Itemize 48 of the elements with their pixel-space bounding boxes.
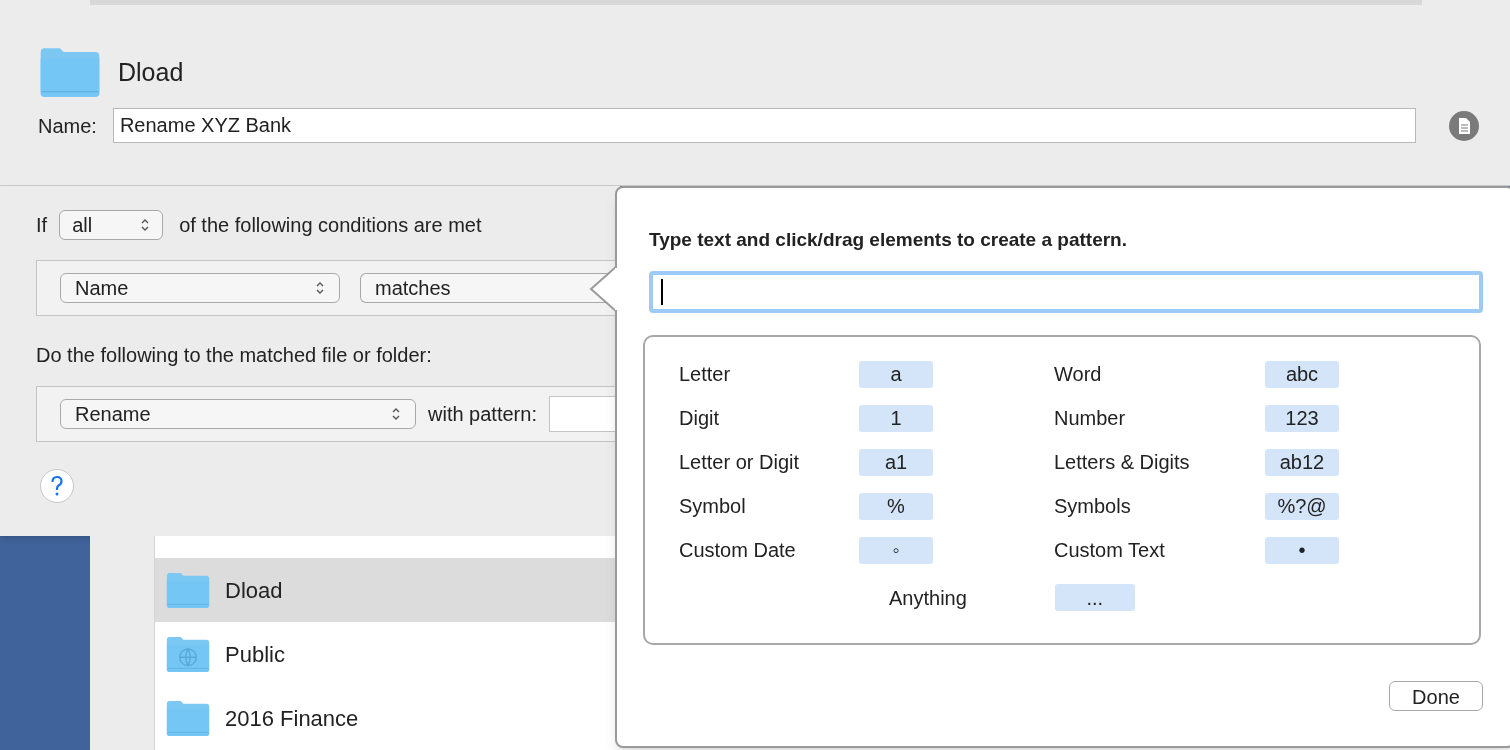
- element-label: Letter: [679, 361, 732, 387]
- folder-icon: [165, 571, 211, 609]
- element-token[interactable]: ab12: [1265, 448, 1339, 476]
- element-label: Digit: [679, 405, 720, 431]
- action-select[interactable]: Rename: [60, 399, 416, 429]
- element-token[interactable]: •: [1265, 536, 1339, 564]
- element-token[interactable]: ◦: [859, 536, 933, 564]
- element-label: Symbols: [1054, 493, 1132, 519]
- file-name: Dload: [225, 576, 283, 605]
- element-token[interactable]: 1: [859, 404, 933, 432]
- element-token[interactable]: abc: [1265, 360, 1339, 388]
- element-token[interactable]: %?@: [1265, 492, 1339, 520]
- file-name: 2016 Finance: [225, 704, 359, 733]
- folder-icon: [38, 47, 102, 98]
- element-label: Custom Text: [1054, 537, 1166, 563]
- attribute-select[interactable]: Name: [60, 273, 340, 303]
- element-token[interactable]: a: [859, 360, 933, 388]
- stepper-icon: [391, 406, 401, 422]
- folder-title: Dload: [118, 56, 184, 88]
- conditions-text: of the following conditions are met: [179, 213, 482, 238]
- document-icon[interactable]: [1448, 109, 1480, 142]
- help-icon[interactable]: [39, 468, 75, 504]
- pattern-input[interactable]: [649, 270, 1483, 313]
- element-label: Custom Date: [679, 537, 797, 563]
- element-label: Letter or Digit: [679, 449, 801, 475]
- element-label: Number: [1054, 405, 1127, 431]
- quantifier-select[interactable]: all: [59, 210, 164, 240]
- stepper-icon: [140, 217, 151, 233]
- with-pattern-label: with pattern:: [428, 402, 537, 427]
- done-button[interactable]: Done: [1389, 680, 1483, 711]
- text-cursor: [661, 278, 663, 305]
- element-label: Symbol: [679, 493, 747, 519]
- actions-label: Do the following to the matched file or folder:: [36, 343, 433, 368]
- if-label: If: [36, 213, 48, 238]
- element-token[interactable]: a1: [859, 448, 933, 476]
- folder-icon: [165, 699, 211, 737]
- file-name: Public: [225, 640, 285, 669]
- element-token[interactable]: 123: [1265, 404, 1339, 432]
- name-field[interactable]: Rename XYZ Bank: [112, 108, 1416, 143]
- element-token[interactable]: ...: [1054, 584, 1135, 611]
- element-label: Word: [1054, 361, 1103, 387]
- stepper-icon: [315, 280, 325, 296]
- popover-instruction: Type text and click/drag elements to create a pattern.: [649, 228, 1128, 252]
- element-label: Letters & Digits: [1054, 449, 1191, 475]
- element-token[interactable]: %: [859, 492, 933, 520]
- name-label: Name:: [38, 113, 97, 139]
- globe-folder-icon: [165, 635, 211, 673]
- element-label: Anything: [889, 585, 967, 611]
